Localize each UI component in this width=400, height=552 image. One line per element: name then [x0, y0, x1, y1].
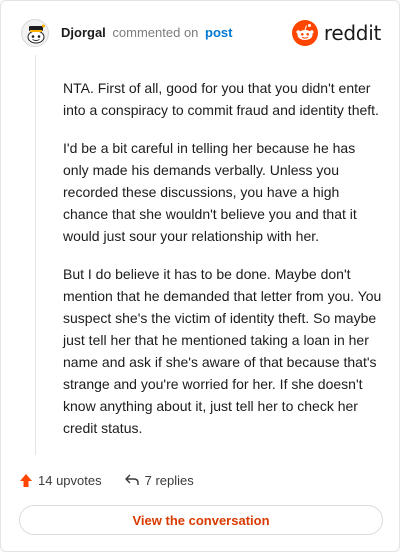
comment-card: Djorgal commented on post reddit NTA. Fi… [0, 0, 400, 552]
reddit-wordmark: reddit [323, 21, 381, 45]
snoo-avatar-icon[interactable] [21, 19, 49, 47]
replies-stat[interactable]: 7 replies [124, 473, 194, 488]
upvotes-count: 14 upvotes [38, 472, 102, 488]
comment-body: NTA. First of all, good for you that you… [63, 77, 383, 455]
upvote-arrow-icon [20, 473, 32, 487]
reddit-snoo-icon [291, 20, 318, 46]
comment-paragraph: NTA. First of all, good for you that you… [63, 80, 379, 118]
comment-header: Djorgal commented on post reddit [21, 19, 381, 55]
reddit-logo[interactable]: reddit [291, 19, 381, 47]
comment-paragraph: I'd be a bit careful in telling her beca… [63, 140, 357, 244]
commented-on-text: commented on [112, 25, 199, 40]
username[interactable]: Djorgal [61, 25, 106, 40]
replies-count: 7 replies [144, 472, 194, 488]
post-link[interactable]: post [205, 25, 232, 40]
comment-meta: Djorgal commented on post [61, 25, 233, 41]
comment-paragraph: But I do believe it has to be done. Mayb… [63, 266, 382, 436]
upvotes-stat[interactable]: 14 upvotes [19, 473, 102, 488]
thread-line [35, 55, 36, 455]
reply-arrow-icon [124, 474, 139, 485]
comment-stats: 14 upvotes 7 replies [19, 469, 216, 491]
view-conversation-button[interactable]: View the conversation [19, 505, 383, 535]
